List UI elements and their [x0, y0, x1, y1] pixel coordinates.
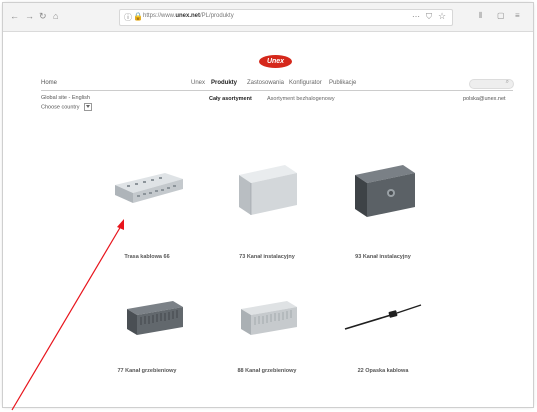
annotation-arrow [11, 219, 124, 411]
